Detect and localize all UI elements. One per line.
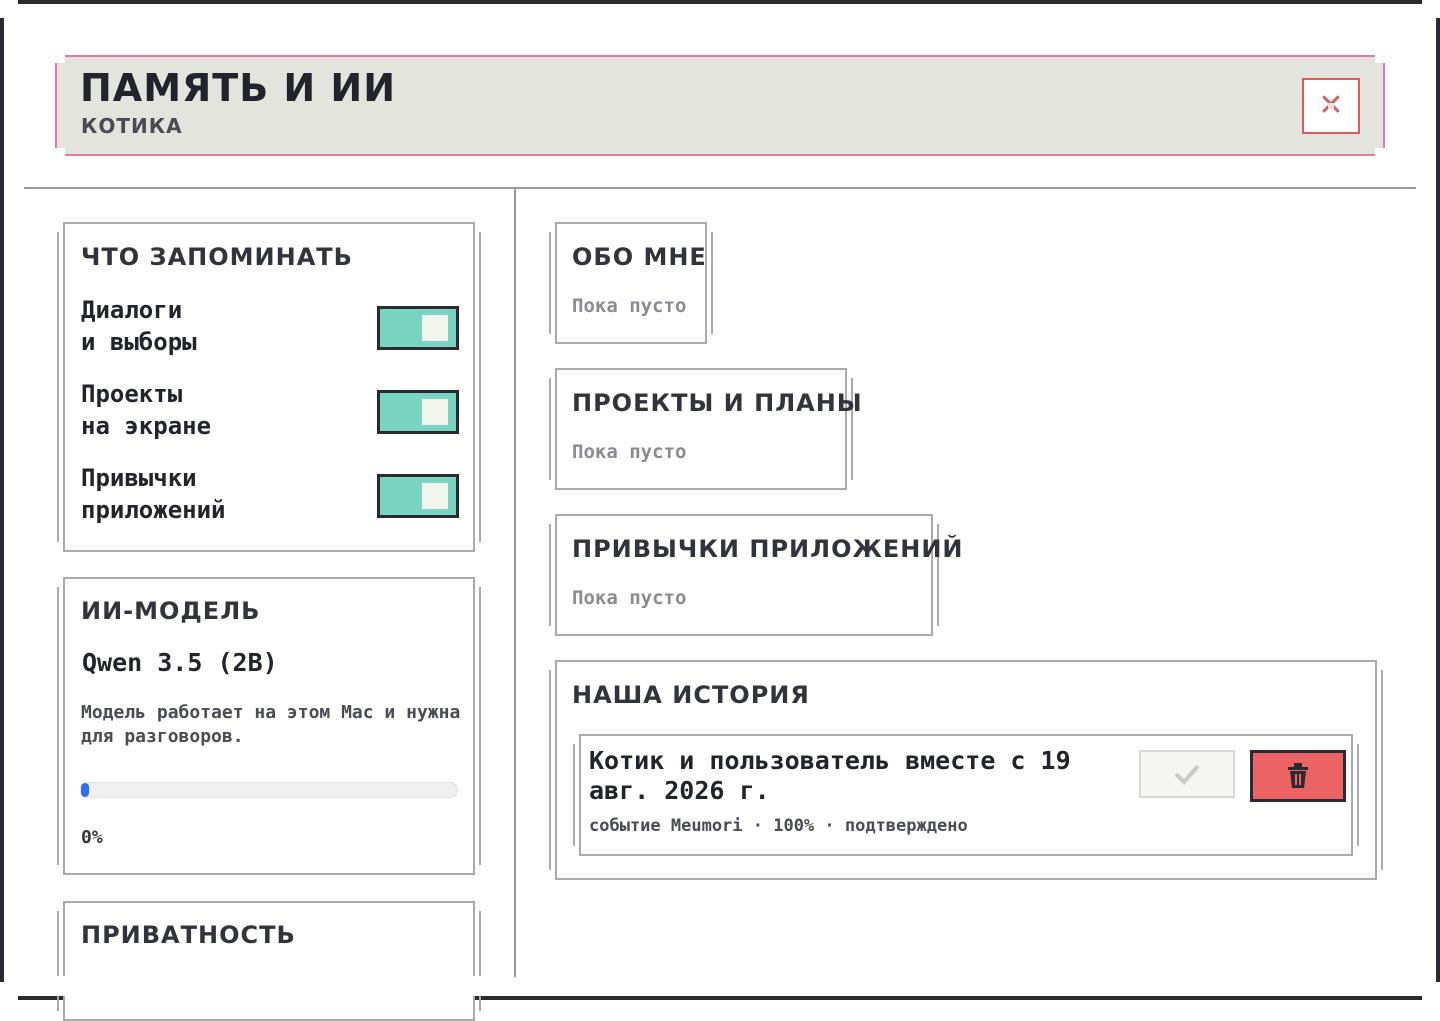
page-subtitle: КОТИКА (81, 114, 183, 138)
privacy-title: ПРИВАТНОСТЬ (81, 921, 296, 949)
section-empty-app-habits: Пока пусто (572, 587, 687, 609)
memory-section-about-me (549, 222, 713, 344)
toggle-label-projects: Проекты на экране (81, 380, 212, 440)
memory-settings-title: ЧТО ЗАПОМИНАТЬ (81, 243, 353, 271)
model-progress-bar (80, 782, 458, 798)
ai-model-title: ИИ-МОДЕЛЬ (81, 597, 261, 625)
privacy-card (57, 901, 481, 1021)
trash-icon (1288, 763, 1308, 788)
memory-section-projects (549, 368, 853, 490)
toggle-knob (422, 399, 448, 425)
event-text: Котик и пользователь вместе с 19 авг. 20… (589, 746, 1071, 805)
event-meta: событие Meumori · 100% · подтверждено (589, 816, 968, 836)
close-button[interactable]: ✕ (1302, 78, 1360, 134)
page-title: ПАМЯТЬ И ИИ (80, 66, 397, 110)
toggle-label-app-habits: Привычки приложений (81, 464, 226, 524)
delete-button[interactable] (1250, 750, 1346, 802)
section-empty-about-me: Пока пусто (572, 295, 687, 317)
left-column-clip (30, 976, 514, 996)
model-name: Qwen 3.5 (2B) (82, 648, 278, 677)
column-divider (514, 189, 516, 977)
close-icon: ✕ (1318, 88, 1344, 123)
toggle-app-habits[interactable] (377, 474, 459, 518)
model-progress-fill (81, 783, 89, 797)
confirm-button[interactable] (1139, 750, 1235, 798)
check-icon (1174, 764, 1200, 785)
toggle-knob (422, 483, 448, 509)
section-title-projects: ПРОЕКТЫ И ПЛАНЫ (572, 389, 863, 417)
model-progress-label: 0% (81, 827, 103, 848)
memory-section-app-habits (549, 514, 939, 636)
section-title-app-habits: ПРИВЫЧКИ ПРИЛОЖЕНИЙ (572, 535, 964, 563)
toggle-projects[interactable] (377, 390, 459, 434)
history-title: НАША ИСТОРИЯ (572, 681, 810, 709)
toggle-dialogs[interactable] (377, 306, 459, 350)
section-title-about-me: ОБО МНЕ (572, 243, 707, 271)
toggle-knob (422, 315, 448, 341)
model-description: Модель работает на этом Mac и нужна для … (81, 702, 461, 747)
toggle-label-dialogs: Диалоги и выборы (81, 296, 197, 356)
header-divider (24, 187, 1416, 189)
section-empty-projects: Пока пусто (572, 441, 687, 463)
